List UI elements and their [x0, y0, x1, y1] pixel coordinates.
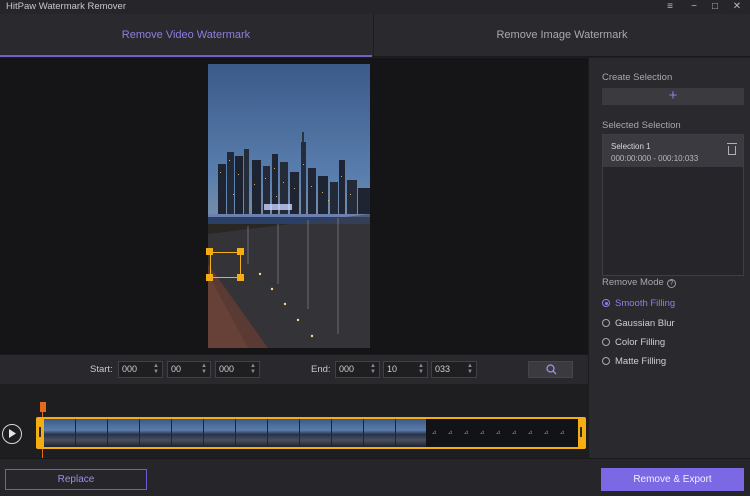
selection-name: Selection 1: [611, 142, 651, 151]
end-ms-field[interactable]: 033 ▲ ▼: [431, 361, 477, 378]
maximize-icon[interactable]: □: [705, 0, 725, 14]
video-filmstrip: [44, 419, 428, 447]
end-ms-value: 033: [435, 364, 451, 374]
resize-handle-bottom-left[interactable]: [206, 274, 213, 281]
filmstrip-thumbnail: [268, 419, 300, 447]
remove-mode-label: Remove Mode?: [602, 277, 676, 288]
selection-item[interactable]: Selection 1 000:00:000 - 000:10:033: [603, 135, 743, 167]
trim-handle-right[interactable]: [580, 427, 582, 437]
filmstrip-thumbnail: [364, 419, 396, 447]
play-icon: [9, 429, 16, 438]
mode-label: Gaussian Blur: [615, 318, 675, 329]
filmstrip-thumbnail: [44, 419, 76, 447]
filmstrip-thumbnail-dark: ⊿: [431, 430, 437, 436]
mode-label: Matte Filling: [615, 356, 667, 367]
filmstrip-thumbnail: [76, 419, 108, 447]
time-controls: Start: 000 ▲ ▼ 00 ▲ ▼ 000 ▲ ▼ End: 000 ▲ ▼ 10 ▲ ▼ …: [0, 354, 588, 384]
selection-range: 000:00:000 - 000:10:033: [611, 154, 699, 163]
filmstrip-thumbnail: [300, 419, 332, 447]
trim-handle-left[interactable]: [39, 427, 41, 437]
zoom-button[interactable]: [528, 361, 573, 378]
help-icon[interactable]: ?: [666, 279, 676, 288]
stepper-arrows-icon[interactable]: ▲ ▼: [467, 363, 473, 375]
settings-panel: Create Selection + Selected Selection Se…: [588, 58, 750, 458]
selected-selection-label: Selected Selection: [602, 120, 681, 131]
timeline-area: ⊿ ⊿ ⊿ ⊿ ⊿ ⊿ ⊿ ⊿ ⊿: [0, 384, 588, 458]
filmstrip-thumbnail: [204, 419, 236, 447]
filmstrip-thumbnail-dark: ⊿: [447, 430, 453, 436]
tab-remove-video-watermark[interactable]: Remove Video Watermark: [0, 14, 372, 57]
radio-icon[interactable]: [602, 338, 610, 346]
stepper-arrows-icon[interactable]: ▲ ▼: [250, 363, 256, 375]
title-bar: HitPaw Watermark Remover ≡ − □ ✕: [0, 0, 750, 14]
mode-tabs: Remove Video Watermark Remove Image Wate…: [0, 14, 750, 57]
stepper-arrows-icon[interactable]: ▲ ▼: [418, 363, 424, 375]
city-skyline-video: [208, 64, 370, 348]
filmstrip-thumbnail-dark: ⊿: [527, 430, 533, 436]
start-ms-value: 000: [219, 364, 235, 374]
end-hours-value: 000: [339, 364, 355, 374]
create-selection-button[interactable]: +: [602, 88, 744, 105]
filmstrip-thumbnail: [236, 419, 268, 447]
filmstrip-thumbnail-dark: ⊿: [511, 430, 517, 436]
timeline-track[interactable]: ⊿ ⊿ ⊿ ⊿ ⊿ ⊿ ⊿ ⊿ ⊿: [36, 417, 586, 449]
end-label: End:: [311, 364, 331, 375]
app-title: HitPaw Watermark Remover: [6, 1, 127, 12]
play-button[interactable]: [2, 424, 22, 444]
radio-selected-icon[interactable]: [602, 299, 610, 307]
start-seconds-field[interactable]: 00 ▲ ▼: [167, 361, 211, 378]
start-label: Start:: [90, 364, 113, 375]
start-hours-field[interactable]: 000 ▲ ▼: [118, 361, 163, 378]
start-hours-value: 000: [122, 364, 138, 374]
filmstrip-thumbnail: [396, 419, 428, 447]
playhead-marker[interactable]: [40, 402, 46, 412]
stepper-arrows-icon[interactable]: ▲ ▼: [370, 363, 376, 375]
radio-icon[interactable]: [602, 319, 610, 327]
filmstrip-thumbnail: [332, 419, 364, 447]
mode-label: Smooth Filling: [615, 298, 676, 309]
replace-button[interactable]: Replace: [5, 469, 147, 490]
active-tab-indicator: [0, 55, 372, 57]
end-seconds-field[interactable]: 10 ▲ ▼: [383, 361, 428, 378]
menu-icon[interactable]: ≡: [660, 0, 680, 14]
filmstrip-thumbnail-dark: ⊿: [479, 430, 485, 436]
end-seconds-value: 10: [387, 364, 398, 374]
filmstrip-thumbnail-dark: ⊿: [559, 430, 565, 436]
start-ms-field[interactable]: 000 ▲ ▼: [215, 361, 260, 378]
video-preview-area: [0, 58, 588, 354]
filmstrip-thumbnail: [172, 419, 204, 447]
resize-handle-bottom-right[interactable]: [237, 274, 244, 281]
start-seconds-value: 00: [171, 364, 182, 374]
search-icon: [546, 364, 557, 375]
mode-label: Color Filling: [615, 337, 666, 348]
remove-mode-text: Remove Mode: [602, 277, 664, 288]
filmstrip-thumbnail-dark: ⊿: [543, 430, 549, 436]
filmstrip-thumbnail-dark: ⊿: [463, 430, 469, 436]
close-icon[interactable]: ✕: [727, 0, 747, 14]
stepper-arrows-icon[interactable]: ▲ ▼: [153, 363, 159, 375]
create-selection-label: Create Selection: [602, 72, 673, 83]
stepper-arrows-icon[interactable]: ▲ ▼: [201, 363, 207, 375]
end-hours-field[interactable]: 000 ▲ ▼: [335, 361, 380, 378]
video-filmstrip-dark: ⊿ ⊿ ⊿ ⊿ ⊿ ⊿ ⊿ ⊿ ⊿: [426, 419, 578, 447]
minimize-icon[interactable]: −: [684, 0, 704, 14]
filmstrip-thumbnail: [108, 419, 140, 447]
bottom-bar: Replace Remove & Export: [0, 458, 750, 496]
resize-handle-top-right[interactable]: [237, 248, 244, 255]
video-frame: [208, 64, 370, 348]
selection-list: Selection 1 000:00:000 - 000:10:033: [602, 134, 744, 276]
filmstrip-thumbnail-dark: ⊿: [495, 430, 501, 436]
resize-handle-top-left[interactable]: [206, 248, 213, 255]
tab-remove-image-watermark[interactable]: Remove Image Watermark: [374, 14, 750, 57]
filmstrip-thumbnail: [140, 419, 172, 447]
trash-icon[interactable]: [727, 143, 737, 155]
remove-export-button[interactable]: Remove & Export: [601, 468, 744, 491]
radio-icon[interactable]: [602, 357, 610, 365]
plus-icon: +: [668, 87, 678, 104]
